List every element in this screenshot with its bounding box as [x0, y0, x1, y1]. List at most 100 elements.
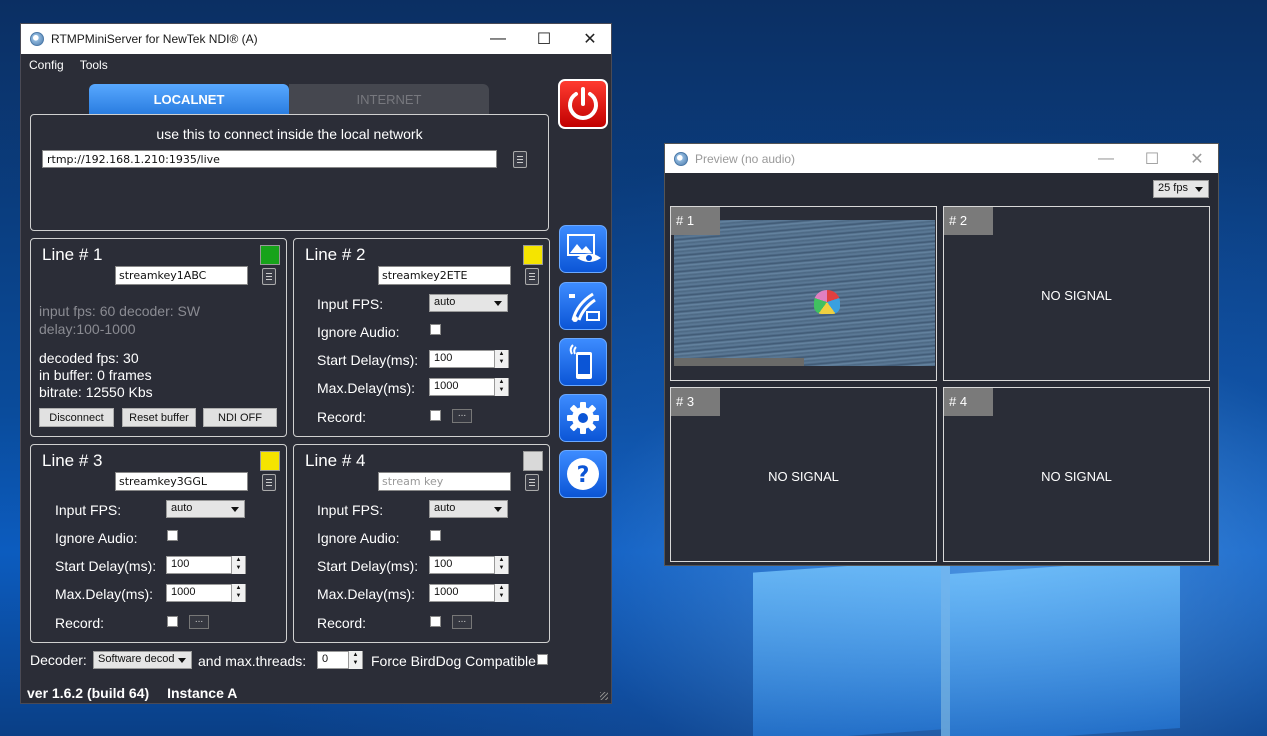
tab-localnet[interactable]: LOCALNET [89, 84, 289, 114]
line2-ignore-audio-label: Ignore Audio: [317, 324, 400, 340]
line4-input-fps-select[interactable]: auto [429, 500, 508, 518]
line2-input-fps-select[interactable]: auto [429, 294, 508, 312]
help-button[interactable]: ? [559, 450, 607, 498]
close-button[interactable]: ✕ [567, 24, 613, 54]
preview-fps-select[interactable]: 25 fps [1153, 180, 1209, 198]
line3-panel: Line # 3 streamkey3GGL Input FPS: auto I… [30, 444, 287, 643]
maximize-button[interactable]: ☐ [521, 24, 567, 54]
line1-stream-key[interactable]: streamkey1ABC [115, 266, 248, 285]
menu-tools[interactable]: Tools [80, 58, 108, 72]
line4-ignore-audio-checkbox[interactable] [430, 530, 441, 541]
line2-start-delay-spinner[interactable]: 100 [429, 350, 509, 368]
line2-title: Line # 2 [305, 245, 366, 264]
preview-cell-2-status: NO SIGNAL [1041, 288, 1112, 303]
line1-status-led [260, 245, 280, 265]
preview-cell-4-status: NO SIGNAL [1041, 469, 1112, 484]
preview-cell-4[interactable]: # 4 NO SIGNAL [943, 387, 1210, 562]
line2-copy-icon[interactable] [525, 268, 539, 285]
mobile-button[interactable] [559, 338, 607, 386]
preview-cell-3-tag: # 3 [671, 388, 720, 416]
preview-titlebar[interactable]: Preview (no audio) — ☐ ✕ [665, 144, 1218, 173]
network-button[interactable] [559, 282, 607, 330]
rtmp-url-field[interactable]: rtmp://192.168.1.210:1935/live [42, 150, 497, 168]
preview-cell-2-tag: # 2 [944, 207, 993, 235]
preview-cell-2[interactable]: # 2 NO SIGNAL [943, 206, 1210, 381]
line4-record-checkbox[interactable] [430, 616, 441, 627]
local-hint: use this to connect inside the local net… [156, 126, 423, 142]
localnet-panel: use this to connect inside the local net… [30, 114, 549, 231]
copy-url-icon[interactable] [513, 151, 527, 168]
tab-internet[interactable]: INTERNET [289, 84, 489, 114]
preview-button[interactable] [559, 225, 607, 273]
settings-button[interactable] [559, 394, 607, 442]
line4-status-led [523, 451, 543, 471]
main-window: RTMPMiniServer for NewTek NDI® (A) — ☐ ✕… [20, 23, 612, 704]
line3-record-path-button[interactable]: ... [189, 615, 209, 629]
line4-ignore-audio-label: Ignore Audio: [317, 530, 400, 546]
line1-copy-icon[interactable] [262, 268, 276, 285]
line2-record-label: Record: [317, 409, 367, 425]
line4-stream-key[interactable]: stream key [378, 472, 511, 491]
line3-copy-icon[interactable] [262, 474, 276, 491]
line4-start-delay-label: Start Delay(ms): [317, 558, 419, 574]
menu-config[interactable]: Config [29, 58, 64, 72]
line3-max-delay-spinner[interactable]: 1000 [166, 584, 246, 602]
menubar: Config Tools [21, 54, 611, 76]
line4-record-path-button[interactable]: ... [452, 615, 472, 629]
line3-input-fps-select[interactable]: auto [166, 500, 245, 518]
resize-grip[interactable] [600, 692, 608, 700]
preview-video-frame [674, 220, 935, 366]
line3-start-delay-label: Start Delay(ms): [55, 558, 157, 574]
line1-panel: Line # 1 streamkey1ABC input fps: 60 dec… [30, 238, 287, 437]
preview-icon [567, 234, 601, 262]
line1-stats: decoded fps: 30 in buffer: 0 frames bitr… [39, 350, 153, 401]
preview-cell-1-tag: # 1 [671, 207, 720, 235]
line2-max-delay-spinner[interactable]: 1000 [429, 378, 509, 396]
line4-max-delay-spinner[interactable]: 1000 [429, 584, 509, 602]
line3-status-led [260, 451, 280, 471]
decoder-select[interactable]: Software decod [93, 651, 192, 669]
power-icon [568, 87, 598, 120]
preview-maximize-button[interactable]: ☐ [1129, 144, 1175, 174]
power-button[interactable] [558, 79, 608, 129]
line4-start-delay-spinner[interactable]: 100 [429, 556, 509, 574]
line2-input-fps-label: Input FPS: [317, 296, 384, 312]
line1-delay: delay:100-1000 [39, 321, 136, 337]
dock-image [674, 358, 804, 366]
birddog-checkbox[interactable] [537, 654, 548, 665]
help-icon: ? [567, 458, 599, 490]
line4-panel: Line # 4 stream key Input FPS: auto Igno… [293, 444, 550, 643]
preview-minimize-button[interactable]: — [1083, 144, 1129, 174]
line3-stream-key[interactable]: streamkey3GGL [115, 472, 248, 491]
line2-status-led [523, 245, 543, 265]
line4-copy-icon[interactable] [525, 474, 539, 491]
line3-start-delay-spinner[interactable]: 100 [166, 556, 246, 574]
line2-record-path-button[interactable]: ... [452, 409, 472, 423]
line3-title: Line # 3 [42, 451, 103, 470]
line4-title: Line # 4 [305, 451, 366, 470]
minimize-button[interactable]: — [475, 24, 521, 54]
line2-record-checkbox[interactable] [430, 410, 441, 421]
line3-record-checkbox[interactable] [167, 616, 178, 627]
line1-buffer: in buffer: 0 frames [39, 367, 152, 383]
threads-spinner[interactable]: 0 [317, 651, 363, 669]
line1-input-fps: input fps: 60 decoder: SW [39, 303, 201, 319]
reset-buffer-button[interactable]: Reset buffer [122, 408, 196, 427]
line1-decoded-fps: decoded fps: 30 [39, 350, 139, 366]
preview-close-button[interactable]: ✕ [1174, 144, 1220, 174]
preview-window-title: Preview (no audio) [695, 151, 796, 166]
line2-stream-key[interactable]: streamkey2ETE [378, 266, 511, 285]
line2-max-delay-label: Max.Delay(ms): [317, 380, 416, 396]
main-titlebar[interactable]: RTMPMiniServer for NewTek NDI® (A) — ☐ ✕ [21, 24, 611, 54]
preview-window: Preview (no audio) — ☐ ✕ 25 fps # 1 # 2 … [664, 143, 1219, 566]
wallpaper-pane [950, 557, 1180, 736]
disconnect-button[interactable]: Disconnect [39, 408, 114, 427]
line3-ignore-audio-label: Ignore Audio: [55, 530, 138, 546]
preview-cell-3[interactable]: # 3 NO SIGNAL [670, 387, 937, 562]
wallpaper-pane [753, 559, 941, 736]
preview-cell-1[interactable]: # 1 [670, 206, 937, 381]
ndi-off-button[interactable]: NDI OFF [203, 408, 277, 427]
line3-ignore-audio-checkbox[interactable] [167, 530, 178, 541]
line3-max-delay-label: Max.Delay(ms): [55, 586, 154, 602]
line2-ignore-audio-checkbox[interactable] [430, 324, 441, 335]
